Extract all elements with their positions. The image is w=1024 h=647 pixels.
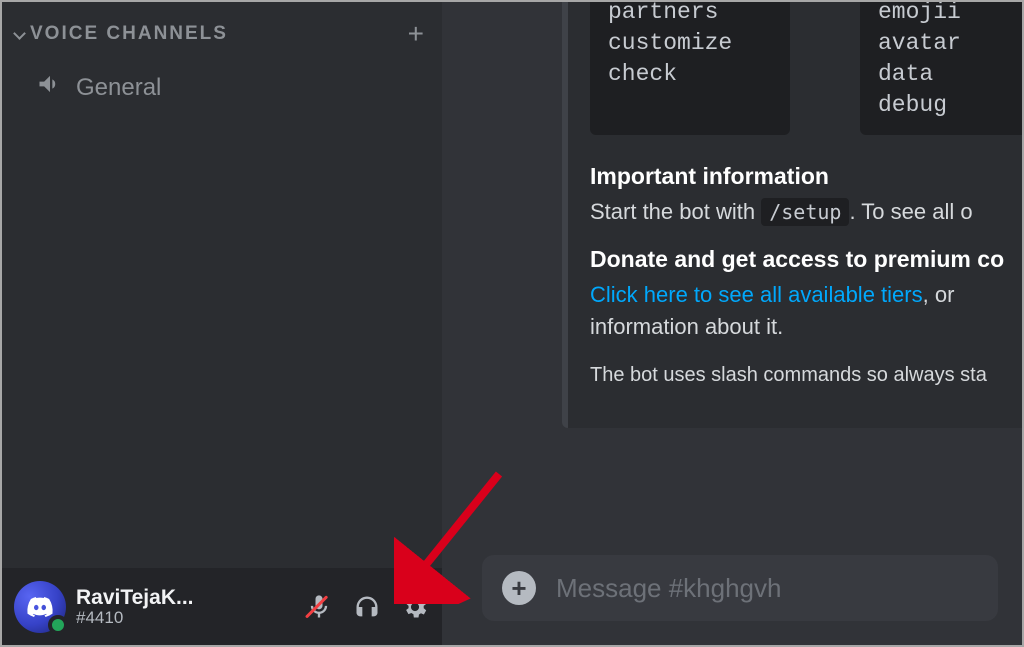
- username: RaviTejaK...: [76, 586, 294, 609]
- deafen-button[interactable]: [352, 592, 382, 622]
- command-columns: support partners customize check invite …: [590, 2, 1022, 135]
- channel-name: General: [76, 74, 161, 102]
- user-avatar[interactable]: [14, 581, 66, 633]
- command-column-2: invite emojii avatar data debug: [860, 2, 1022, 135]
- user-actions: [304, 592, 430, 622]
- embed-info-line: Start the bot with /setup. To see all o: [590, 196, 1022, 228]
- message-input[interactable]: [556, 573, 978, 604]
- embed-info-suffix: . To see all o: [849, 199, 972, 224]
- bot-embed: support partners customize check invite …: [562, 2, 1022, 428]
- attach-button[interactable]: +: [502, 571, 536, 605]
- embed-donate-suffix: , or: [923, 282, 955, 307]
- inline-code: /setup: [761, 198, 849, 226]
- user-info[interactable]: RaviTejaK... #4410: [76, 586, 294, 628]
- chevron-down-icon: [12, 26, 28, 42]
- command-item: emojii: [878, 2, 1022, 28]
- mute-mic-button[interactable]: [304, 592, 334, 622]
- message-list[interactable]: support partners customize check invite …: [442, 2, 1022, 555]
- embed-donate-line2: information about it.: [590, 314, 783, 339]
- category-label: VOICE CHANNELS: [30, 23, 228, 45]
- voice-channels-category[interactable]: VOICE CHANNELS +: [2, 10, 442, 58]
- user-settings-button[interactable]: [400, 592, 430, 622]
- user-discriminator: #4410: [76, 609, 294, 628]
- chat-area: support partners customize check invite …: [442, 2, 1022, 645]
- embed-heading-info: Important information: [590, 163, 1022, 190]
- command-item: customize: [608, 28, 772, 59]
- status-online-icon: [48, 615, 68, 635]
- command-item: debug: [878, 90, 1022, 121]
- embed-heading-donate: Donate and get access to premium co: [590, 246, 1022, 273]
- command-item: check: [608, 59, 772, 90]
- embed-footer-note: The bot uses slash commands so always st…: [590, 361, 1022, 390]
- channel-sidebar: VOICE CHANNELS + General: [2, 2, 442, 568]
- embed-info-prefix: Start the bot with: [590, 199, 761, 224]
- message-composer: +: [442, 555, 1022, 645]
- category-toggle[interactable]: VOICE CHANNELS: [12, 23, 228, 45]
- command-item: data: [878, 59, 1022, 90]
- voice-channel-general[interactable]: General: [10, 60, 434, 115]
- composer-inner[interactable]: +: [482, 555, 998, 621]
- speaker-icon: [36, 70, 64, 105]
- add-channel-button[interactable]: +: [408, 20, 424, 48]
- donate-tiers-link[interactable]: Click here to see all available tiers: [590, 282, 923, 307]
- command-item: partners: [608, 2, 772, 28]
- user-panel: RaviTejaK... #4410: [2, 568, 442, 645]
- command-item: avatar: [878, 28, 1022, 59]
- embed-donate-line: Click here to see all available tiers, o…: [590, 279, 1022, 343]
- command-column-1: support partners customize check: [590, 2, 790, 135]
